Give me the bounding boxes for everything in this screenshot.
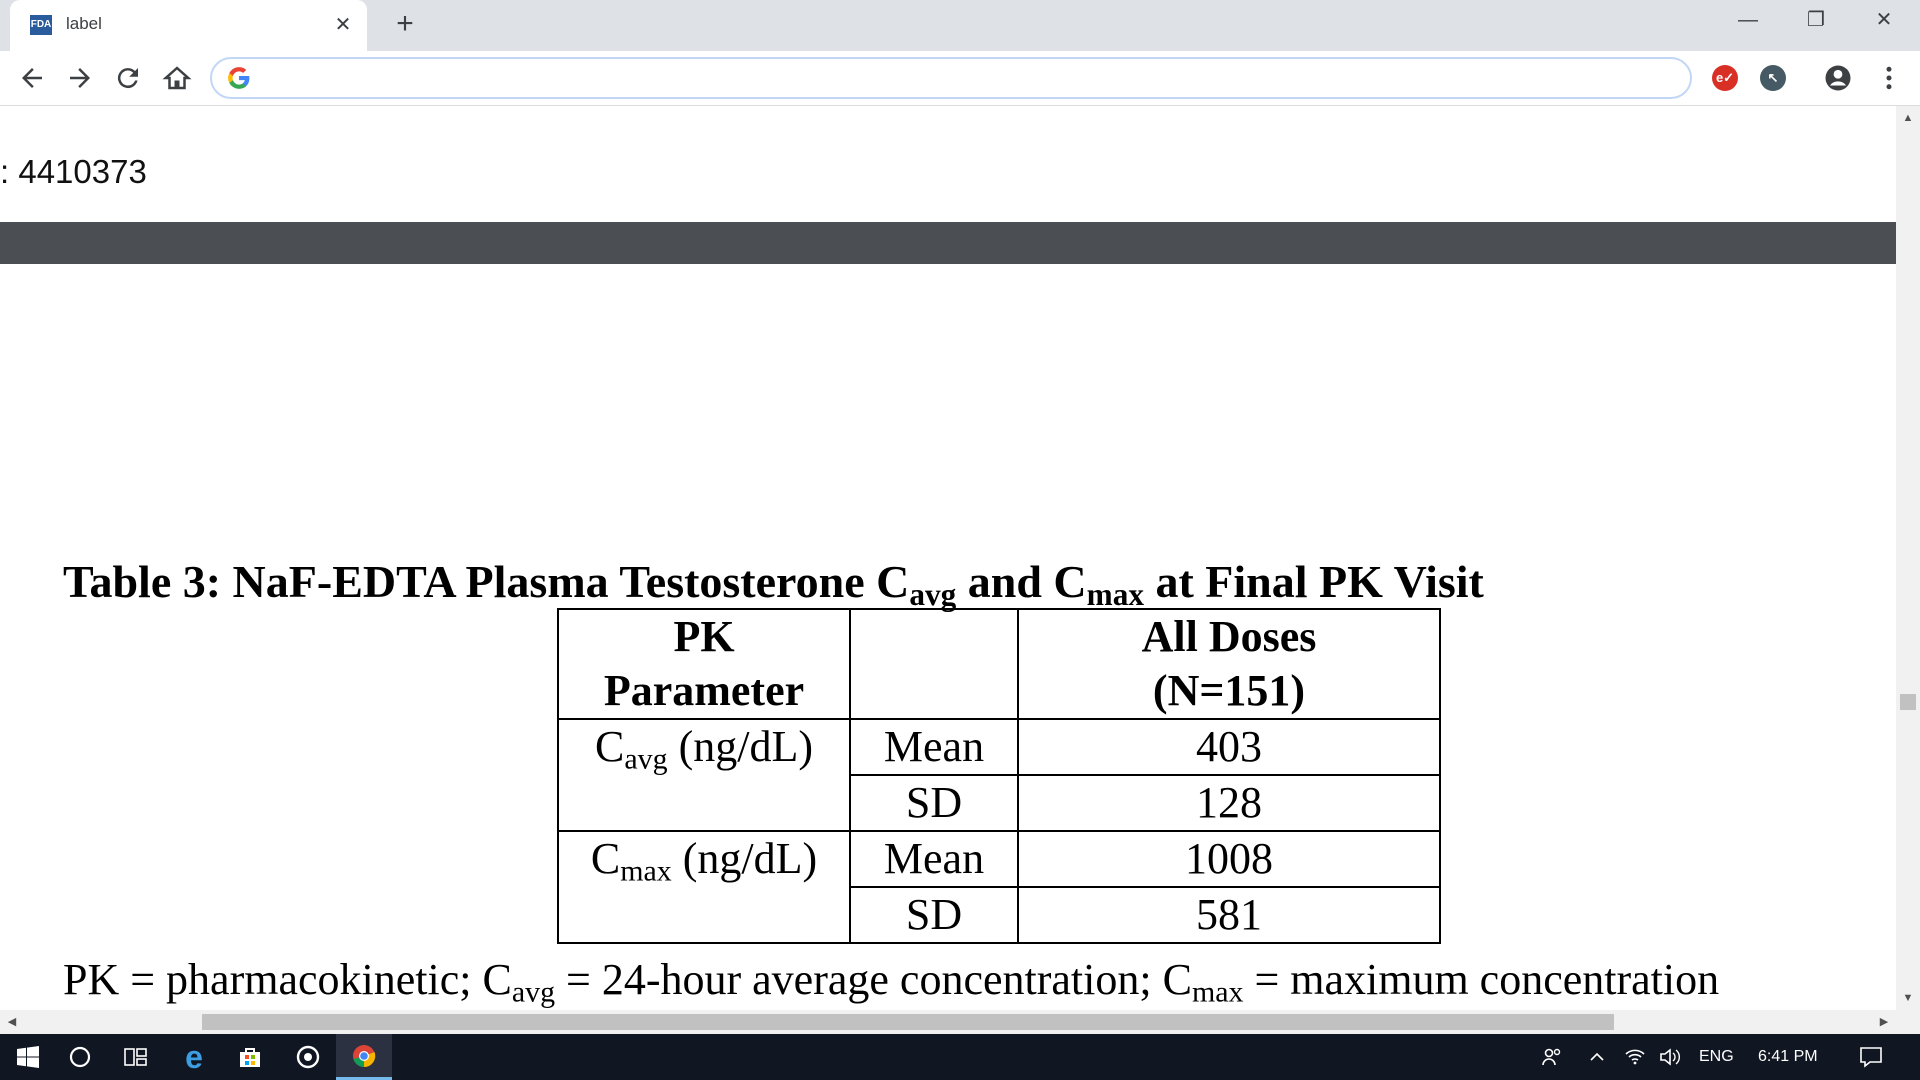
google-icon bbox=[226, 65, 252, 91]
scroll-up-icon[interactable]: ▲ bbox=[1896, 108, 1920, 128]
table-caption: Table 3: NaF-EDTA Plasma Testosterone Ca… bbox=[63, 556, 1484, 612]
scrollbar-corner bbox=[1896, 1010, 1920, 1034]
vertical-scroll-thumb[interactable] bbox=[1900, 694, 1916, 710]
stat-cell: SD bbox=[849, 774, 1019, 832]
param-cavg: Cavg (ng/dL) bbox=[557, 718, 851, 832]
header-pk-parameter: PK Parameter bbox=[557, 608, 851, 720]
minimize-button[interactable]: — bbox=[1720, 0, 1776, 40]
window-close-button[interactable]: ✕ bbox=[1856, 0, 1912, 40]
start-windows-icon[interactable] bbox=[0, 1034, 56, 1080]
extension-red-icon[interactable]: e✓ bbox=[1712, 65, 1738, 91]
stat-cell: Mean bbox=[849, 830, 1019, 888]
wifi-icon[interactable] bbox=[1624, 1034, 1646, 1080]
value-cell: 403 bbox=[1017, 718, 1441, 776]
pk-table: PK Parameter All Doses (N=151) Cavg (ng/dL… bbox=[557, 608, 1441, 944]
address-bar[interactable] bbox=[210, 57, 1692, 99]
table-row: Cavg (ng/dL) Mean 403 bbox=[557, 718, 1441, 832]
back-icon[interactable] bbox=[17, 63, 47, 93]
stat-cell: Mean bbox=[849, 718, 1019, 776]
table-row: Cmax (ng/dL) Mean 1008 bbox=[557, 830, 1441, 944]
fda-favicon-icon: FDA bbox=[30, 15, 52, 35]
home-icon[interactable] bbox=[162, 63, 192, 93]
restore-button[interactable]: ❐ bbox=[1788, 0, 1844, 40]
horizontal-scrollbar[interactable]: ◀ ▶ bbox=[0, 1010, 1896, 1034]
store-icon[interactable] bbox=[222, 1034, 278, 1080]
header-stat bbox=[849, 608, 1019, 720]
people-icon[interactable] bbox=[1540, 1034, 1564, 1080]
edge-browser-icon[interactable]: e bbox=[166, 1034, 222, 1080]
section-header-bar bbox=[0, 222, 1896, 264]
page-content: : 4410373 Table 3: NaF-EDTA Plasma Testo… bbox=[0, 106, 1896, 1010]
new-tab-button[interactable]: + bbox=[390, 9, 420, 40]
stat-cell: SD bbox=[849, 886, 1019, 944]
tab-title: label bbox=[66, 14, 102, 33]
windows-taskbar: e ENG 6:41 PM bbox=[0, 1034, 1920, 1080]
forward-icon[interactable] bbox=[65, 63, 95, 93]
task-view-icon[interactable] bbox=[108, 1034, 164, 1080]
value-cell: 1008 bbox=[1017, 830, 1441, 888]
reload-icon[interactable] bbox=[113, 63, 143, 93]
chrome-browser-icon[interactable] bbox=[336, 1034, 392, 1080]
show-hidden-icons-chevron-icon[interactable] bbox=[1588, 1034, 1606, 1080]
header-all-doses: All Doses (N=151) bbox=[1017, 608, 1441, 720]
horizontal-scroll-thumb[interactable] bbox=[202, 1014, 1614, 1030]
browser-toolbar: e✓ ↖ bbox=[0, 51, 1920, 106]
scroll-down-icon[interactable]: ▼ bbox=[1896, 988, 1920, 1008]
param-cmax: Cmax (ng/dL) bbox=[557, 830, 851, 944]
camera-app-icon[interactable] bbox=[280, 1034, 336, 1080]
tab-close-icon[interactable]: ✕ bbox=[330, 12, 356, 38]
table-footnote: PK = pharmacokinetic; Cavg = 24-hour ave… bbox=[63, 955, 1720, 1009]
table-header-row: PK Parameter All Doses (N=151) bbox=[557, 608, 1441, 720]
browser-tab[interactable]: FDA label ✕ bbox=[10, 0, 367, 51]
set-id-text: : 4410373 bbox=[0, 153, 147, 190]
scroll-right-icon[interactable]: ▶ bbox=[1874, 1010, 1894, 1034]
extension-cursor-icon[interactable]: ↖ bbox=[1760, 65, 1786, 91]
value-cell: 581 bbox=[1017, 886, 1441, 944]
action-center-icon[interactable] bbox=[1858, 1034, 1884, 1080]
tab-strip: FDA label ✕ + — ❐ ✕ bbox=[0, 0, 1920, 51]
cortana-search-icon[interactable] bbox=[52, 1034, 108, 1080]
value-cell: 128 bbox=[1017, 774, 1441, 832]
menu-icon[interactable] bbox=[1874, 63, 1904, 93]
url-input[interactable] bbox=[262, 65, 1666, 93]
taskbar-clock[interactable]: 6:41 PM bbox=[1758, 1034, 1818, 1080]
profile-icon[interactable] bbox=[1823, 63, 1853, 93]
volume-icon[interactable] bbox=[1658, 1034, 1682, 1080]
input-language[interactable]: ENG bbox=[1699, 1034, 1734, 1080]
scroll-left-icon[interactable]: ◀ bbox=[2, 1010, 22, 1034]
vertical-scrollbar[interactable]: ▲ ▼ bbox=[1896, 106, 1920, 1010]
